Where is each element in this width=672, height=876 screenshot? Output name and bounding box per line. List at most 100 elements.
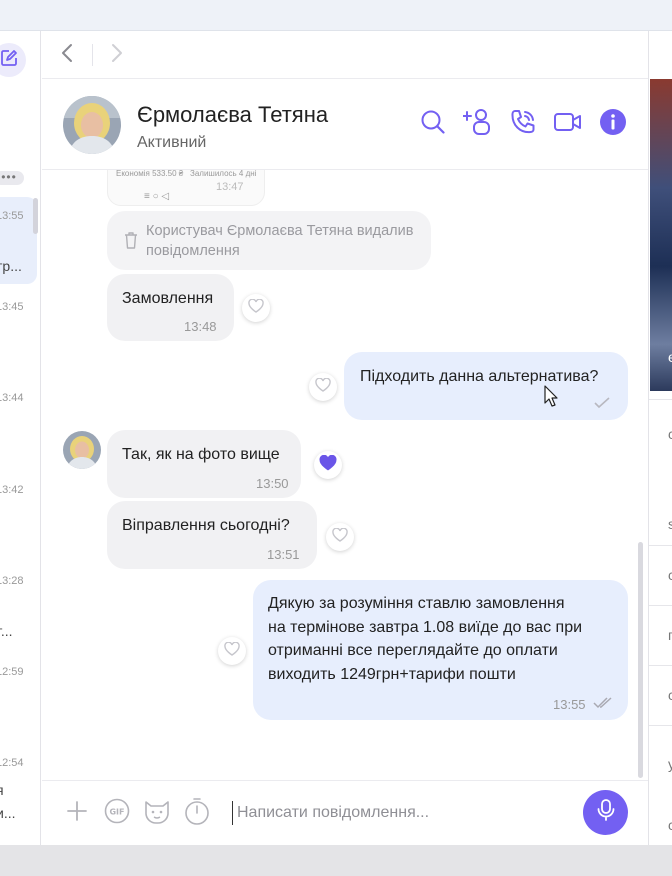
- info-button[interactable]: [598, 108, 628, 141]
- message-text: Підходить данна альтернатива?: [360, 368, 599, 385]
- more-options-icon[interactable]: •••: [0, 171, 24, 185]
- video-call-button[interactable]: [553, 109, 583, 139]
- search-icon: [419, 108, 447, 141]
- info-panel-text[interactable]: s: [668, 516, 672, 532]
- info-panel-text[interactable]: у: [668, 756, 672, 772]
- sender-avatar[interactable]: [63, 431, 101, 469]
- plus-icon: [66, 800, 88, 827]
- message-time: 13:48: [184, 319, 217, 334]
- info-panel-text: е: [668, 349, 672, 365]
- call-icon: [509, 108, 537, 141]
- chat-item-snippet: т...: [0, 623, 13, 639]
- timer-button[interactable]: [183, 797, 211, 830]
- gif-icon: GIF: [104, 798, 130, 829]
- heart-outline-icon: [248, 298, 264, 318]
- contact-name[interactable]: Єрмолаєва Тетяна: [137, 102, 328, 128]
- message-text: Замовлення: [122, 290, 214, 307]
- message-input[interactable]: [237, 800, 567, 826]
- call-button[interactable]: [508, 109, 538, 139]
- gif-button[interactable]: GIF: [103, 798, 131, 829]
- incoming-message[interactable]: Замовлення 13:48: [107, 274, 234, 341]
- message-composer: GIF: [42, 780, 648, 845]
- navigation-bar: [42, 31, 648, 79]
- chevron-left-icon: [60, 43, 74, 68]
- heart-outline-icon: [224, 641, 240, 661]
- search-button[interactable]: [418, 109, 448, 139]
- add-participant-button[interactable]: [462, 107, 493, 142]
- like-button[interactable]: [218, 637, 246, 665]
- chat-item-time: 13:45: [0, 301, 24, 313]
- svg-text:GIF: GIF: [109, 807, 124, 816]
- sticker-icon: [143, 798, 171, 829]
- attach-button[interactable]: [63, 799, 91, 827]
- contact-status: Активний: [137, 134, 207, 151]
- image-message[interactable]: Економія 533.50 ₴ Залишилось 4 дні 13:47…: [107, 170, 265, 206]
- info-panel-text[interactable]: с: [668, 567, 672, 583]
- message-list[interactable]: Економія 533.50 ₴ Залишилось 4 дні 13:47…: [42, 170, 648, 780]
- chat-item-time: 12:59: [0, 666, 24, 678]
- info-panel-text[interactable]: с: [668, 687, 672, 703]
- incoming-message[interactable]: Так, як на фото вище 13:50: [107, 430, 301, 498]
- like-button[interactable]: [326, 523, 354, 551]
- deleted-message-notice: Користувач Єрмолаєва Тетяна видалив пові…: [107, 211, 431, 270]
- timer-icon: [184, 797, 210, 830]
- chat-item-time: 13:44: [0, 392, 24, 404]
- contact-photo[interactable]: [650, 79, 672, 391]
- deleted-message-text: Користувач Єрмолаєва Тетяна видалив пові…: [146, 223, 414, 259]
- mouse-pointer-icon: [544, 385, 558, 412]
- read-check-icon: [593, 693, 613, 717]
- incoming-message[interactable]: Віправлення сьогодні? 13:51: [107, 501, 317, 569]
- like-button[interactable]: [309, 373, 337, 401]
- like-button[interactable]: [242, 294, 270, 322]
- like-button[interactable]: [314, 451, 342, 479]
- desktop-background: [0, 845, 672, 876]
- contact-avatar[interactable]: [63, 96, 121, 154]
- chat-list-scrollbar[interactable]: [33, 198, 38, 234]
- heart-outline-icon: [332, 527, 348, 547]
- chat-item-time: 13:42: [0, 484, 24, 496]
- info-divider: [649, 725, 672, 726]
- chat-item-time: 13:55: [0, 210, 24, 222]
- info-panel-text[interactable]: с: [668, 426, 672, 442]
- chat-list[interactable]: ••• 13:55 тр... 13:45 13:44 13:42 13:28 …: [0, 31, 41, 845]
- image-text: Економія 533.50 ₴: [116, 170, 184, 178]
- info-divider: [649, 399, 672, 400]
- conversation-panel: Єрмолаєва Тетяна Активний Економія 533.5…: [42, 31, 648, 845]
- message-line: Дякую за розуміння ставлю замовлення: [268, 595, 565, 612]
- heart-filled-icon: [319, 454, 337, 476]
- back-button[interactable]: [55, 43, 79, 67]
- message-text: Дякую за розуміння ставлю замовлення на …: [268, 592, 618, 686]
- add-participant-icon: [462, 107, 493, 142]
- info-icon: [599, 108, 627, 141]
- heart-outline-icon: [315, 377, 331, 397]
- info-divider: [649, 545, 672, 546]
- chat-item-snippet: я: [0, 782, 4, 798]
- android-nav-icon: ≡ ○ ◁: [144, 191, 170, 202]
- message-text: Так, як на фото вище: [122, 446, 280, 463]
- voice-message-button[interactable]: [583, 790, 628, 835]
- chat-item-snippet: и...: [0, 805, 16, 821]
- message-line: виходить 1249грн+тарифи пошти: [268, 665, 516, 683]
- sticker-button[interactable]: [143, 799, 171, 827]
- message-line: отриманні все переглядайте до оплати: [268, 642, 558, 659]
- chat-header: Єрмолаєва Тетяна Активний: [42, 79, 648, 170]
- chat-item-time: 13:28: [0, 575, 24, 587]
- video-call-icon: [553, 108, 583, 141]
- outgoing-message[interactable]: Дякую за розуміння ставлю замовлення на …: [253, 580, 628, 720]
- message-text: Віправлення сьогодні?: [122, 517, 290, 534]
- chevron-right-icon: [110, 43, 124, 68]
- compose-button[interactable]: [0, 43, 26, 77]
- message-scrollbar[interactable]: [638, 542, 643, 778]
- info-panel-text[interactable]: с: [668, 817, 672, 833]
- info-divider: [649, 665, 672, 666]
- message-time: 13:51: [267, 547, 300, 562]
- info-panel-text[interactable]: г: [668, 627, 672, 643]
- compose-icon: [0, 49, 18, 72]
- window-titlebar: [0, 0, 672, 31]
- outgoing-message[interactable]: Підходить данна альтернатива?: [344, 352, 628, 420]
- chat-item-snippet: тр...: [0, 258, 22, 274]
- info-panel: е с s с г с у с: [648, 31, 672, 845]
- message-line: на термінове завтра 1.08 виїде до вас пр…: [268, 618, 583, 636]
- image-time: 13:47: [216, 181, 244, 193]
- forward-button[interactable]: [105, 43, 129, 67]
